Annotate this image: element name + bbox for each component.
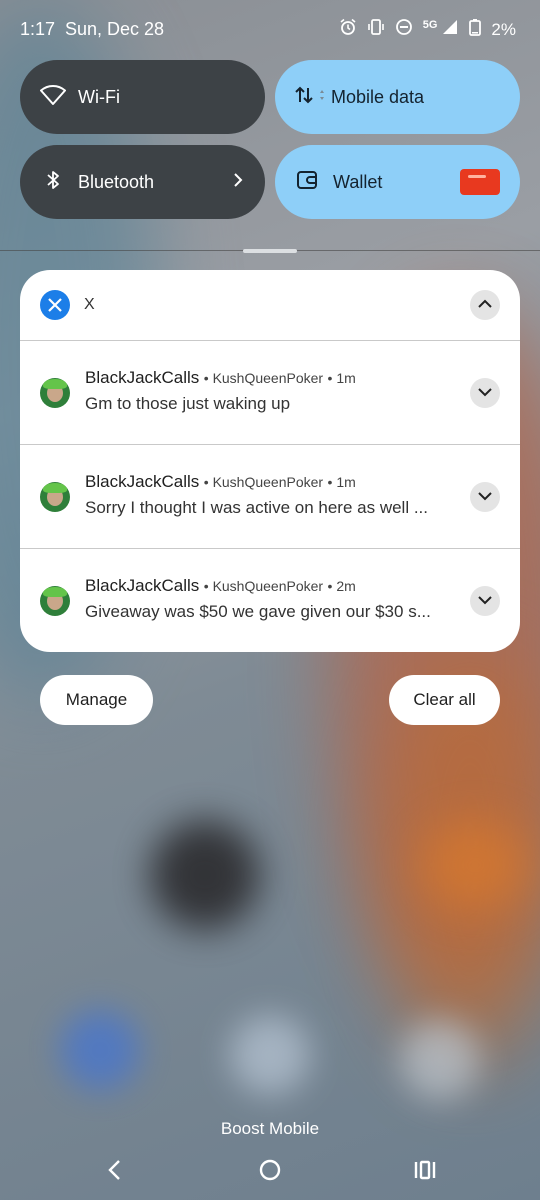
bluetooth-tile[interactable]: Bluetooth <box>20 145 265 219</box>
alarm-icon <box>339 18 357 41</box>
wallet-tile[interactable]: Wallet <box>275 145 520 219</box>
notification-text: Giveaway was $50 we gave given our $30 s… <box>85 602 431 621</box>
avatar <box>40 586 70 616</box>
status-icons: 5G 2% <box>339 18 516 41</box>
bluetooth-icon <box>40 169 66 196</box>
clear-all-button[interactable]: Clear all <box>389 675 500 725</box>
expand-button[interactable] <box>470 378 500 408</box>
wallet-tile-label: Wallet <box>333 171 383 192</box>
battery-percent: 2% <box>491 19 516 39</box>
chevron-down-icon <box>477 488 493 506</box>
notification-text: Sorry I thought I was active on here as … <box>85 498 428 517</box>
wifi-tile-label: Wi-Fi <box>78 86 120 107</box>
expand-button[interactable] <box>470 586 500 616</box>
signal-icon <box>441 18 459 41</box>
avatar <box>40 482 70 512</box>
notification-time: 1m <box>336 474 356 490</box>
do-not-disturb-icon <box>395 18 413 41</box>
home-icon[interactable] <box>258 1158 282 1187</box>
notification-group: X BlackJackCalls • KushQueenPoker • 1m G… <box>20 270 520 652</box>
chevron-down-icon <box>477 384 493 402</box>
drag-handle[interactable] <box>243 249 297 253</box>
account-name: KushQueenPoker <box>212 578 324 594</box>
notification-time: 1m <box>336 370 356 386</box>
notification-time: 2m <box>336 578 356 594</box>
sender-name: BlackJackCalls <box>85 576 200 595</box>
status-time: 1:17 <box>20 19 56 39</box>
mobile-data-tile-label: Mobile data <box>331 86 425 107</box>
wifi-tile[interactable]: Wi-Fi <box>20 60 265 134</box>
app-name: X <box>84 296 95 313</box>
wifi-icon <box>40 84 66 111</box>
status-date: Sun, Dec 28 <box>65 19 165 39</box>
bluetooth-tile-label: Bluetooth <box>78 171 155 192</box>
recents-icon[interactable] <box>413 1158 437 1187</box>
notification-text: Gm to those just waking up <box>85 394 291 413</box>
credit-card-icon <box>460 169 500 195</box>
notification-title: BlackJackCalls • KushQueenPoker • 2m <box>85 576 356 595</box>
notification-item[interactable]: BlackJackCalls • KushQueenPoker • 1m Sor… <box>20 445 520 548</box>
collapse-button[interactable] <box>470 290 500 320</box>
chevron-up-icon <box>477 296 493 314</box>
vibrate-icon <box>367 18 385 41</box>
network-type: 5G <box>422 18 438 31</box>
sender-name: BlackJackCalls <box>85 472 200 491</box>
navigation-bar <box>0 1150 540 1190</box>
account-name: KushQueenPoker <box>212 474 324 490</box>
avatar <box>40 378 70 408</box>
notification-item[interactable]: BlackJackCalls • KushQueenPoker • 2m Giv… <box>20 549 520 652</box>
mobile-data-tile[interactable]: Mobile data <box>275 60 520 134</box>
carrier-label: Boost Mobile <box>220 1119 320 1138</box>
battery-icon <box>469 18 482 41</box>
notification-title: BlackJackCalls • KushQueenPoker • 1m <box>85 368 356 387</box>
notification-title: BlackJackCalls • KushQueenPoker • 1m <box>85 472 356 491</box>
back-icon[interactable] <box>103 1158 127 1187</box>
mobile-data-icon <box>295 84 327 111</box>
notification-app-header[interactable]: X <box>20 270 520 340</box>
x-app-icon <box>40 290 70 320</box>
expand-button[interactable] <box>470 482 500 512</box>
chevron-right-icon[interactable] <box>233 172 243 193</box>
wallet-icon <box>295 169 321 196</box>
chevron-down-icon <box>477 592 493 610</box>
sender-name: BlackJackCalls <box>85 368 200 387</box>
notification-item[interactable]: BlackJackCalls • KushQueenPoker • 1m Gm … <box>20 341 520 444</box>
account-name: KushQueenPoker <box>212 370 324 386</box>
manage-button[interactable]: Manage <box>40 675 153 725</box>
status-bar: 1:17 Sun, Dec 28 5G 2% <box>0 0 540 60</box>
